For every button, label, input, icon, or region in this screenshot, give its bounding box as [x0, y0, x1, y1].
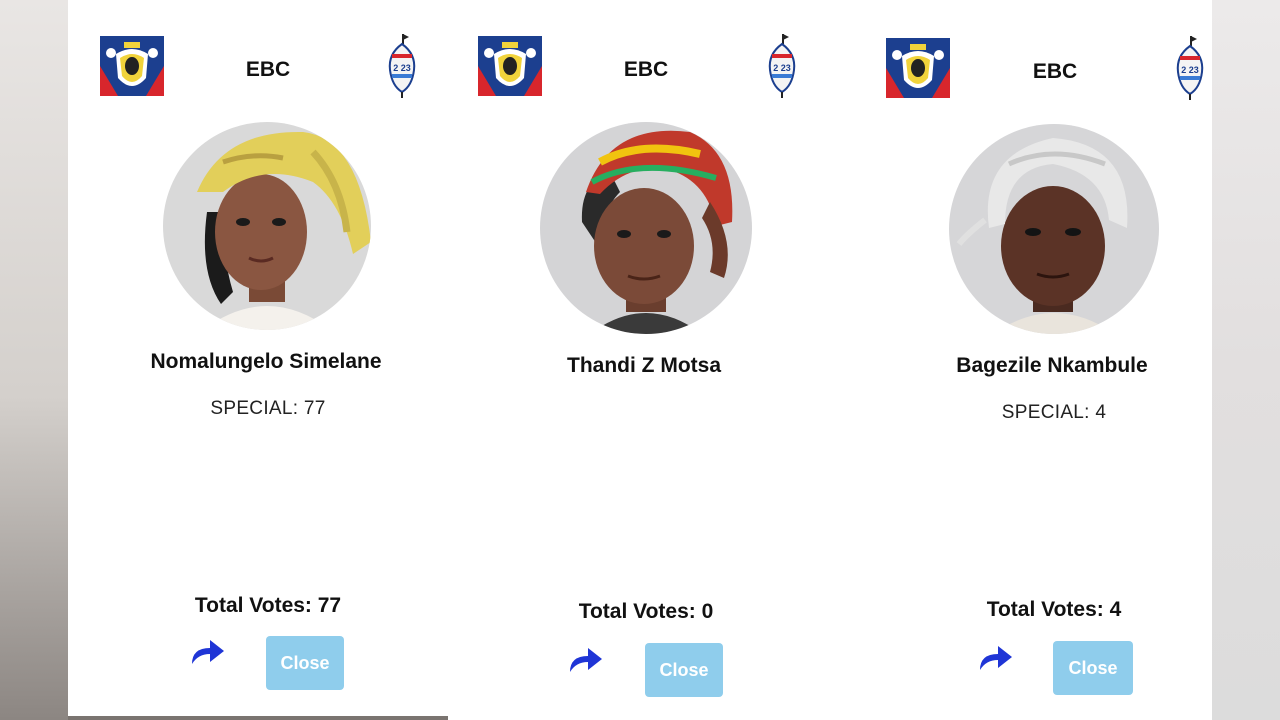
- share-arrow-icon[interactable]: [188, 636, 226, 666]
- close-button[interactable]: Close: [1053, 641, 1133, 695]
- brand-title: EBC: [245, 58, 291, 81]
- special-votes: SPECIAL: 4: [1001, 402, 1107, 423]
- election-2023-emblem-icon: 2 23: [768, 34, 796, 98]
- candidate-card: EBC 2 23 Thandi Z Motsa Total Votes: 0 C…: [448, 0, 832, 720]
- emblem-year-text: 2 23: [1181, 65, 1199, 75]
- brand-title: EBC: [623, 58, 669, 81]
- election-2023-emblem-icon: 2 23: [1176, 36, 1204, 100]
- avatar: [949, 124, 1159, 334]
- candidate-photo: [949, 124, 1159, 334]
- ebc-shield-logo-icon: [478, 36, 542, 96]
- candidate-name: Thandi Z Motsa: [567, 354, 721, 377]
- share-arrow-icon[interactable]: [566, 644, 604, 674]
- avatar: [540, 122, 752, 334]
- candidate-photo: [540, 122, 752, 334]
- ebc-shield-logo-icon: [886, 38, 950, 98]
- brand-title: EBC: [1032, 60, 1078, 83]
- emblem-year-text: 2 23: [773, 63, 791, 73]
- close-button[interactable]: Close: [266, 636, 344, 690]
- total-votes: Total Votes: 77: [194, 594, 342, 617]
- total-votes: Total Votes: 0: [578, 600, 714, 623]
- election-2023-emblem-icon: 2 23: [388, 34, 416, 98]
- emblem-year-text: 2 23: [393, 63, 411, 73]
- candidate-card: EBC 2 23 Bagezile Nkambule SPECIAL: 4 To…: [832, 0, 1212, 720]
- special-votes: SPECIAL: 77: [210, 398, 326, 419]
- background-left: [0, 0, 68, 720]
- candidate-photo: [163, 122, 371, 330]
- close-button[interactable]: Close: [645, 643, 723, 697]
- total-votes: Total Votes: 4: [986, 598, 1122, 621]
- candidate-name: Nomalungelo Simelane: [150, 350, 382, 373]
- bottom-edge: [68, 716, 448, 720]
- candidate-name: Bagezile Nkambule: [956, 354, 1148, 377]
- avatar: [163, 122, 371, 330]
- ebc-shield-logo-icon: [100, 36, 164, 96]
- candidate-card: EBC 2 23 Nomalungelo Simelane SPECIAL: 7…: [68, 0, 448, 720]
- share-arrow-icon[interactable]: [976, 642, 1014, 672]
